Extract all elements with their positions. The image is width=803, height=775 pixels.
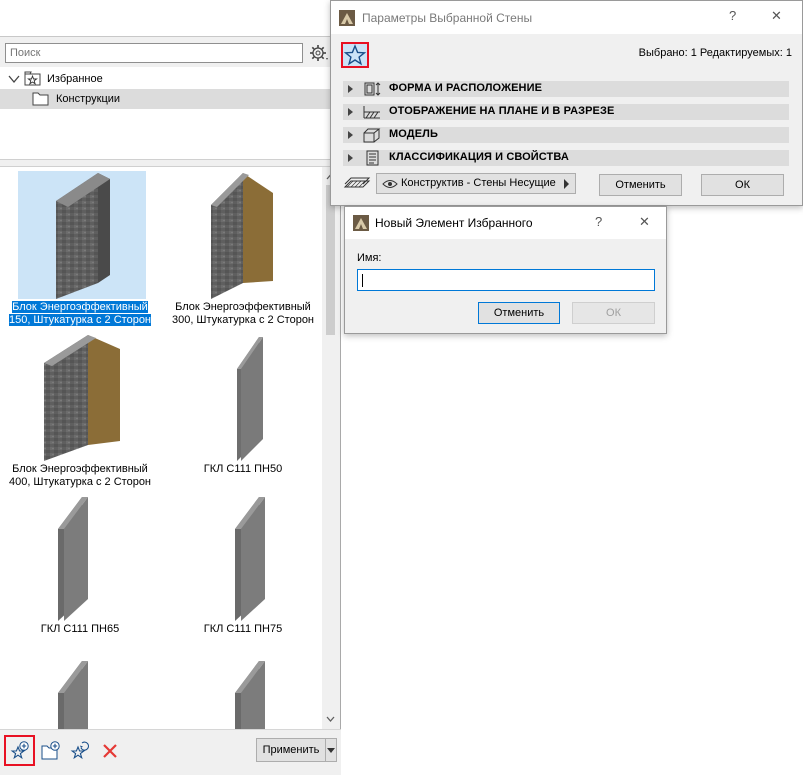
cancel-button[interactable]: Отменить: [478, 302, 560, 324]
wall-settings-dialog: Параметры Выбранной Стены ? ✕ Выбрано: 1…: [330, 0, 803, 206]
favorites-grid: Блок Энергоэффективный 150, Штукатурка с…: [0, 167, 322, 729]
expand-arrow-icon[interactable]: [348, 154, 353, 162]
wall-thumbnail: [181, 657, 309, 729]
help-button[interactable]: ?: [595, 214, 602, 229]
wall-thumbnail: [18, 493, 146, 621]
eye-icon: [382, 180, 398, 188]
dialog-titlebar: Новый Элемент Избранного ? ✕: [345, 207, 666, 239]
section-shape-position[interactable]: ФОРМА И РАСПОЛОЖЕНИЕ: [343, 81, 789, 97]
favorite-item[interactable]: ГКЛ С111 ПН65: [0, 493, 160, 663]
redefine-favorite-button[interactable]: [69, 740, 91, 762]
item-label-line2: 150, Штукатурка с 2 Сторон: [8, 314, 152, 326]
highlight-frame: [4, 735, 35, 766]
selection-info: Выбрано: 1 Редактируемых: 1: [638, 47, 792, 59]
tree-item-favorites[interactable]: Избранное: [0, 69, 341, 89]
wall-thumbnail: [18, 171, 146, 299]
chevron-down-icon[interactable]: [8, 74, 20, 84]
text-caret: [362, 274, 363, 287]
ok-button[interactable]: ОК: [701, 174, 784, 196]
help-button[interactable]: ?: [729, 8, 736, 23]
dialog-titlebar: Параметры Выбранной Стены ? ✕: [331, 1, 802, 34]
item-label-line1: ГКЛ С111 ПН50: [203, 463, 283, 475]
section-floor-plan[interactable]: ОТОБРАЖЕНИЕ НА ПЛАНЕ И В РАЗРЕЗЕ: [343, 104, 789, 120]
name-label: Имя:: [357, 252, 382, 264]
apply-button[interactable]: Применить: [256, 738, 326, 762]
favorites-button[interactable]: [341, 42, 369, 68]
vertical-scrollbar[interactable]: [322, 167, 339, 729]
classification-icon: [366, 150, 379, 166]
favorites-palette: Избранное Конструкции: [0, 36, 341, 775]
item-label-line2: 400, Штукатурка с 2 Сторон: [8, 476, 152, 488]
model-icon: [363, 128, 381, 143]
expand-arrow-icon[interactable]: [348, 108, 353, 116]
section-label: ФОРМА И РАСПОЛОЖЕНИЕ: [389, 82, 543, 94]
wall-thumbnail: [18, 657, 146, 729]
favorite-item[interactable]: Блок Энергоэффективный 150, Штукатурка с…: [0, 171, 160, 341]
name-input[interactable]: [357, 269, 655, 291]
star-icon: [343, 44, 367, 66]
shape-position-icon: [364, 82, 381, 96]
favorites-bottom-bar: Применить: [0, 729, 341, 775]
expand-arrow-icon[interactable]: [348, 131, 353, 139]
close-button[interactable]: ✕: [771, 8, 782, 24]
item-label-line1: ГКЛ С111 ПН65: [40, 623, 120, 635]
ok-button[interactable]: ОК: [572, 302, 655, 324]
dialog-title: Новый Элемент Избранного: [375, 216, 533, 230]
favorite-item[interactable]: [163, 657, 322, 729]
gear-icon: [310, 45, 328, 61]
item-label-line1: ГКЛ С111 ПН75: [203, 623, 283, 635]
layer-dropdown[interactable]: Конструктив - Стены Несущие: [376, 173, 576, 194]
cancel-button[interactable]: Отменить: [599, 174, 682, 196]
favorite-item[interactable]: [0, 657, 160, 729]
item-label-line2: 300, Штукатурка с 2 Сторон: [171, 314, 315, 326]
tree-item-label: Избранное: [47, 73, 103, 85]
delete-icon: [103, 744, 117, 758]
search-settings-button[interactable]: [308, 43, 330, 63]
item-label-line1: Блок Энергоэффективный: [12, 463, 148, 475]
app-icon: [353, 215, 369, 231]
scroll-down-icon: [326, 716, 335, 722]
tree-item-constructions[interactable]: Конструкции: [0, 89, 341, 109]
redefine-favorite-icon: [70, 741, 89, 760]
favorite-item[interactable]: ГКЛ С111 ПН75: [163, 493, 322, 663]
app-icon: [339, 10, 355, 26]
item-label-line1: Блок Энергоэффективный: [175, 301, 311, 313]
section-label: ОТОБРАЖЕНИЕ НА ПЛАНЕ И В РАЗРЕЗЕ: [389, 105, 615, 117]
folder-icon: [32, 92, 49, 106]
chevron-right-icon: [564, 179, 569, 189]
delete-button[interactable]: [99, 740, 121, 762]
wall-thumbnail: [18, 333, 146, 461]
wall-thumbnail: [181, 171, 309, 299]
layer-icon: [343, 177, 371, 188]
search-input[interactable]: [5, 43, 303, 63]
section-label: МОДЕЛЬ: [389, 128, 438, 140]
pane-splitter[interactable]: [0, 159, 341, 167]
section-model[interactable]: МОДЕЛЬ: [343, 127, 789, 143]
apply-dropdown-button[interactable]: [325, 738, 337, 762]
favorite-item[interactable]: ГКЛ С111 ПН50: [163, 333, 322, 503]
new-folder-icon: [41, 741, 60, 760]
floor-plan-icon: [363, 106, 380, 119]
tree-item-label: Конструкции: [56, 93, 121, 105]
wall-thumbnail: [181, 493, 309, 621]
new-favorite-dialog: Новый Элемент Избранного ? ✕ Имя: Отмени…: [344, 206, 667, 334]
chevron-down-icon: [327, 748, 335, 753]
new-folder-button[interactable]: [40, 740, 62, 762]
close-button[interactable]: ✕: [639, 214, 650, 230]
scrollbar-thumb[interactable]: [326, 185, 335, 335]
favorite-item[interactable]: Блок Энергоэффективный 300, Штукатурка с…: [163, 171, 322, 341]
section-label: КЛАССИФИКАЦИЯ И СВОЙСТВА: [389, 151, 569, 163]
section-classification[interactable]: КЛАССИФИКАЦИЯ И СВОЙСТВА: [343, 150, 789, 166]
dialog-title: Параметры Выбранной Стены: [362, 11, 533, 25]
layer-value: Конструктив - Стены Несущие: [401, 177, 556, 189]
item-label-line1: Блок Энергоэффективный: [12, 301, 148, 313]
star-folder-icon: [24, 71, 41, 86]
favorite-item[interactable]: Блок Энергоэффективный 400, Штукатурка с…: [0, 333, 160, 503]
wall-thumbnail: [181, 333, 309, 461]
expand-arrow-icon[interactable]: [348, 85, 353, 93]
